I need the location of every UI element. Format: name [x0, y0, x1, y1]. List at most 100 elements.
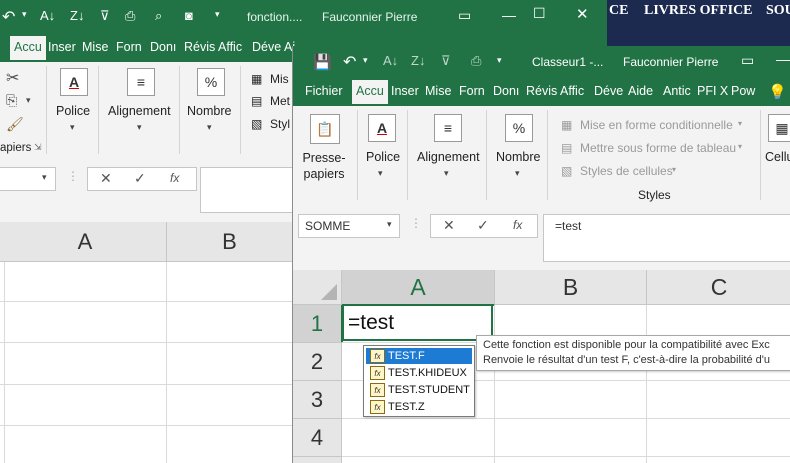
cell-styles-icon[interactable]: ▧ [251, 117, 262, 131]
enter-icon[interactable]: ✓ [134, 170, 146, 187]
police-button[interactable]: Police [56, 104, 90, 118]
police-dropdown-icon[interactable]: ▾ [70, 122, 75, 133]
sort-desc-icon-front[interactable]: Z↓ [411, 53, 425, 68]
column-header-b[interactable]: B [167, 222, 293, 262]
column-header-b-front[interactable]: B [495, 270, 647, 305]
filter-icon-front[interactable]: ⊽ [441, 53, 451, 69]
back-name-box[interactable]: ▾ [0, 167, 56, 191]
tab-revision[interactable]: Révis [184, 40, 215, 54]
tab-developpeur-front[interactable]: Déve [594, 84, 623, 98]
row-header-4[interactable]: 4 [293, 419, 342, 457]
column-header-c-front[interactable]: C [647, 270, 790, 305]
banner-nav-item[interactable]: CE [609, 3, 628, 19]
tab-formules[interactable]: Forn [116, 40, 142, 54]
tab-fichier[interactable]: Fichier [305, 84, 343, 98]
formula-bar[interactable]: =test [543, 214, 790, 262]
cell-styles-icon-front[interactable]: ▧ [561, 164, 572, 178]
alignment-dropdown-icon-front[interactable]: ▾ [444, 168, 449, 179]
camera-icon[interactable]: ◙ [185, 8, 193, 23]
name-box-dropdown-icon-front[interactable]: ▾ [387, 219, 392, 230]
alignment-dropdown-icon[interactable]: ▾ [137, 122, 142, 133]
undo-icon[interactable]: ↶ [2, 7, 15, 27]
undo-icon-front[interactable]: ↶ [343, 52, 356, 72]
number-button-front[interactable]: Nombre [496, 150, 540, 164]
font-color-icon[interactable]: A [60, 68, 88, 96]
tab-insertion[interactable]: Inser [48, 40, 76, 54]
autocomplete-item-test-student[interactable]: fx TEST.STUDENT [366, 382, 472, 398]
tab-pfi[interactable]: PFI X [697, 84, 728, 98]
enter-icon-front[interactable]: ✓ [477, 217, 489, 234]
alignment-button-front[interactable]: Alignement [417, 150, 480, 164]
tab-antidote[interactable]: Antic [663, 84, 691, 98]
autocomplete-item-test-f[interactable]: fx TEST.F [366, 348, 472, 364]
cells-icon[interactable]: ▦ [768, 114, 790, 142]
ribbon-display-icon-front[interactable]: ▭ [741, 52, 754, 69]
zoom-icon[interactable]: ⌕ [155, 8, 162, 24]
sort-asc-icon-front[interactable]: A↓ [383, 53, 398, 68]
select-all-corner[interactable] [293, 270, 342, 305]
tab-insertion-front[interactable]: Inser [391, 84, 419, 98]
cancel-icon-front[interactable]: ✕ [443, 217, 455, 234]
tab-affichage[interactable]: Affic [218, 40, 242, 54]
cond-format-button[interactable]: Mise en forme conditionnelle [580, 118, 733, 132]
row-header-1[interactable]: 1 [293, 305, 343, 343]
number-dropdown-icon-front[interactable]: ▾ [515, 168, 520, 179]
table-format-dropdown-icon[interactable]: ▾ [738, 142, 742, 151]
ribbon-display-icon[interactable]: ▭ [458, 7, 471, 24]
column-header-a[interactable]: A [4, 222, 167, 262]
insert-function-icon[interactable]: fx [170, 171, 179, 185]
clipboard-launcher-icon[interactable]: ⇲ [34, 142, 42, 153]
active-cell-a1[interactable]: =test [342, 304, 493, 341]
font-color-icon-front[interactable]: A [368, 114, 396, 142]
preview-icon[interactable]: ⎙ [125, 8, 135, 24]
cell-styles-button[interactable]: Styles de cellules [580, 164, 673, 178]
table-format-button[interactable]: Mettre sous forme de tableau [580, 141, 736, 155]
number-button[interactable]: Nombre [187, 104, 231, 118]
table-format-icon[interactable]: ▤ [251, 94, 262, 108]
preview-icon-front[interactable]: ⎙ [471, 53, 481, 69]
row-header-2[interactable]: 2 [293, 343, 342, 381]
police-button-front[interactable]: Police [366, 150, 400, 164]
tab-accueil[interactable]: Accu [10, 36, 46, 60]
table-format-label[interactable]: Met [270, 94, 290, 108]
cells-button[interactable]: Cellu [765, 150, 790, 164]
tab-mise-en-page-front[interactable]: Mise [425, 84, 451, 98]
banner-nav-livres-office[interactable]: LIVRES OFFICE [644, 3, 753, 19]
tab-donnees[interactable]: Donı [150, 40, 176, 54]
tab-aide-front[interactable]: Aide [628, 84, 653, 98]
minimize-icon-front[interactable]: — [776, 51, 790, 67]
autocomplete-item-test-khideux[interactable]: fx TEST.KHIDEUX [366, 365, 472, 381]
paste-icon[interactable]: 📋 [310, 114, 340, 144]
cell-styles-label[interactable]: Styl [270, 117, 290, 131]
lightbulb-icon[interactable]: 💡 [768, 83, 787, 101]
undo-dropdown-icon[interactable]: ▾ [363, 55, 368, 66]
police-dropdown-icon-front[interactable]: ▾ [378, 168, 383, 179]
qat-more-icon-front[interactable]: ▾ [497, 55, 502, 66]
qat-more-icon[interactable]: ▾ [215, 9, 220, 20]
cut-icon[interactable]: ✂ [6, 68, 19, 88]
tab-developpeur[interactable]: Déve [252, 40, 281, 54]
tab-mise-en-page[interactable]: Mise [82, 40, 108, 54]
copy-dropdown-icon[interactable]: ▾ [26, 95, 31, 106]
percent-icon-front[interactable]: % [505, 114, 533, 142]
tab-power[interactable]: Pow [731, 84, 755, 98]
number-dropdown-icon[interactable]: ▾ [207, 122, 212, 133]
close-icon[interactable]: ✕ [576, 5, 589, 23]
cond-format-icon-front[interactable]: ▦ [561, 118, 572, 132]
name-box-dropdown-icon[interactable]: ▾ [42, 172, 47, 183]
copy-icon[interactable]: ⎘ [6, 92, 17, 109]
cond-format-dropdown-icon[interactable]: ▾ [738, 119, 742, 128]
table-format-icon-front[interactable]: ▤ [561, 141, 572, 155]
cancel-icon[interactable]: ✕ [100, 170, 112, 187]
cond-format-label[interactable]: Mis [270, 72, 289, 86]
minimize-icon[interactable]: — [502, 7, 516, 23]
dropdown-arrow-icon[interactable]: ▾ [22, 9, 27, 20]
sort-asc-icon[interactable]: A↓ [40, 8, 55, 23]
filter-icon[interactable]: ⊽ [100, 8, 110, 24]
paste-button[interactable]: Presse-papiers [301, 150, 347, 182]
autocomplete-item-test-z[interactable]: fx TEST.Z [366, 399, 472, 415]
alignment-icon-front[interactable]: ≡ [434, 114, 462, 142]
tab-affichage-front[interactable]: Affic [560, 84, 584, 98]
save-icon[interactable]: 💾 [313, 53, 332, 71]
column-header-a-front[interactable]: A [342, 270, 495, 306]
